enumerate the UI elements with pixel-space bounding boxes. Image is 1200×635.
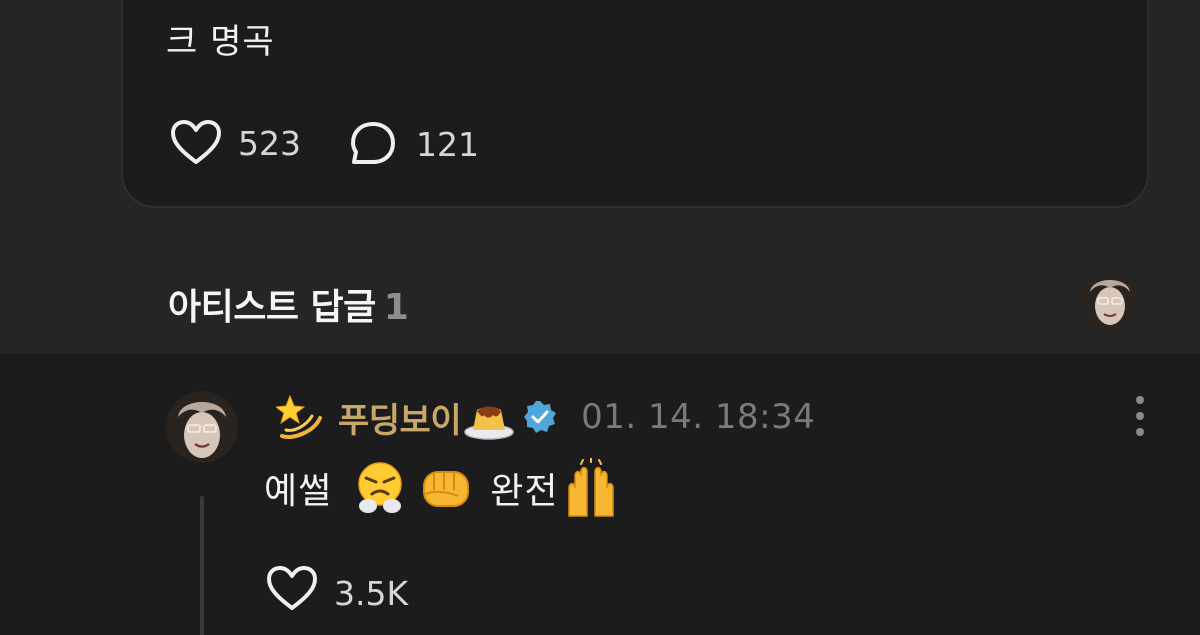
thread-line — [200, 496, 204, 635]
artist-replies-count: 1 — [383, 287, 409, 328]
reply-like-button[interactable]: 3.5K — [266, 566, 408, 620]
artist-replies-title: 아티스트 답글 — [168, 287, 376, 328]
dizzy-star-emoji — [276, 394, 322, 439]
reply-header: 푸딩보이 01. 14. 18:34 — [276, 392, 815, 442]
reply-text-part1: 예썰 — [264, 471, 333, 512]
more-dot — [1136, 428, 1144, 436]
reply-text-part2: 완전 — [490, 471, 559, 512]
steaming-face-emoji — [358, 462, 402, 513]
reply-like-count: 3.5K — [334, 573, 409, 613]
reply-username[interactable]: 푸딩보이 — [338, 393, 462, 442]
heart-icon — [170, 120, 222, 166]
comment-bubble-icon — [348, 120, 398, 168]
more-dot — [1136, 412, 1144, 420]
post-comment-count: 121 — [416, 124, 479, 164]
post-like-count: 523 — [238, 123, 301, 163]
raising-hands-emoji — [567, 458, 614, 517]
verified-badge-icon — [524, 401, 557, 433]
reply-timestamp: 01. 14. 18:34 — [581, 397, 816, 437]
fist-emoji — [423, 471, 470, 507]
artist-replies-header: 아티스트 답글 1 — [168, 278, 409, 330]
post-like-button[interactable]: 523 — [170, 120, 301, 166]
reply-section: 푸딩보이 01. 14. 18:34 예썰 완전 3.5K — [0, 354, 1200, 635]
more-dot — [1136, 396, 1144, 404]
pudding-emoji — [464, 406, 514, 440]
more-options-button[interactable] — [1126, 396, 1154, 436]
reply-author-avatar[interactable] — [166, 391, 238, 463]
post-comment-button[interactable]: 121 — [348, 120, 479, 168]
post-card — [121, 0, 1149, 208]
post-text: 크 명곡 — [166, 22, 275, 62]
comment-thread-screen: 크 명곡 523 121 아티스트 답글 1 푸딩보이 01. 14. 18:3… — [0, 0, 1200, 635]
reply-text: 예썰 완전 — [264, 458, 621, 518]
heart-icon — [266, 566, 318, 620]
artist-avatar[interactable] — [1080, 270, 1140, 330]
